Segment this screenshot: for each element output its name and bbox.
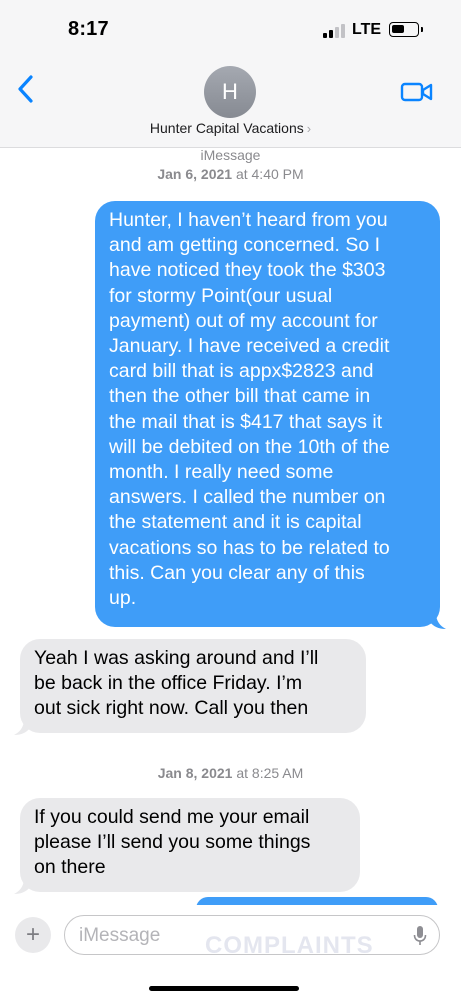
message-line: answers. I called the number on [109,486,386,509]
apps-plus-button[interactable]: + [15,917,51,953]
network-type: LTE [352,21,382,38]
home-indicator[interactable] [149,986,299,991]
bubble-tail-incoming [14,719,30,735]
message-line: January. I have received a credit [109,335,390,358]
battery-cap [421,27,423,32]
message-line: month. I really need some [109,461,334,484]
message-line: on there [34,856,106,879]
message-line: Hunter, I haven’t heard from you [109,209,388,231]
chevron-left-icon [18,75,33,103]
message-line: up. [109,587,137,610]
message-line: and am getting concerned. So I [109,234,381,257]
message-line: the mail that is $417 that says it [109,410,383,433]
timestamp-date: Jan 8, 2021 [157,765,233,781]
bubble-tail-outgoing [430,613,446,629]
microphone-icon[interactable] [413,925,427,947]
status-bar: 8:17 LTE [0,0,461,58]
message-line: will be debited on the 10th of the [109,435,390,458]
conversation-header: H Hunter Capital Vacations › [0,58,461,148]
battery-icon [389,22,419,37]
contact-name-button[interactable]: Hunter Capital Vacations › [0,120,461,136]
video-camera-icon [400,82,433,102]
message-line: vacations so has to be related to [109,536,390,559]
status-time: 8:17 [68,18,109,40]
message-line: please I’ll send you some things [34,831,311,854]
chevron-right-icon: › [306,121,312,136]
timestamp-time: at 8:25 AM [236,765,304,781]
message-line: then the other bill that came in [109,385,371,408]
watermark: COMPLAINTS [205,932,374,959]
timestamp-date: Jan 6, 2021 [157,166,233,182]
facetime-video-button[interactable] [400,80,434,104]
timestamp: Jan 6, 2021 at 4:40 PM [0,166,461,182]
message-bubble-incoming[interactable]: If you could send me your email please I… [20,798,360,892]
message-line: this. Can you clear any of this [109,561,365,584]
message-line: card bill that is appx$2823 and [109,360,374,383]
message-line: If you could send me your email [34,806,310,828]
message-line: the statement and it is capital [109,511,362,534]
cellular-signal-icon [323,24,345,38]
back-button[interactable] [12,72,42,106]
timestamp: Jan 8, 2021 at 8:25 AM [0,765,461,781]
message-input-placeholder: iMessage [79,925,161,946]
message-line: be back in the office Friday. I’m [34,672,303,695]
message-line: payment) out of my account for [109,309,378,332]
plus-icon: + [25,921,40,948]
message-line: out sick right now. Call you then [34,697,309,720]
message-line: have noticed they took the $303 [109,259,386,282]
avatar[interactable]: H [204,66,256,118]
bubble-tail-incoming [14,878,30,894]
message-bubble-outgoing[interactable]: Hunter, I haven’t heard from you and am … [95,201,440,627]
timestamp-time: at 4:40 PM [235,166,304,182]
contact-name: Hunter Capital Vacations [149,120,304,136]
message-line: for stormy Point(our usual [109,284,333,307]
service-label: iMessage [200,147,261,163]
message-bubble-incoming[interactable]: Yeah I was asking around and I’ll be bac… [20,639,366,733]
message-line: Yeah I was asking around and I’ll [34,647,319,669]
